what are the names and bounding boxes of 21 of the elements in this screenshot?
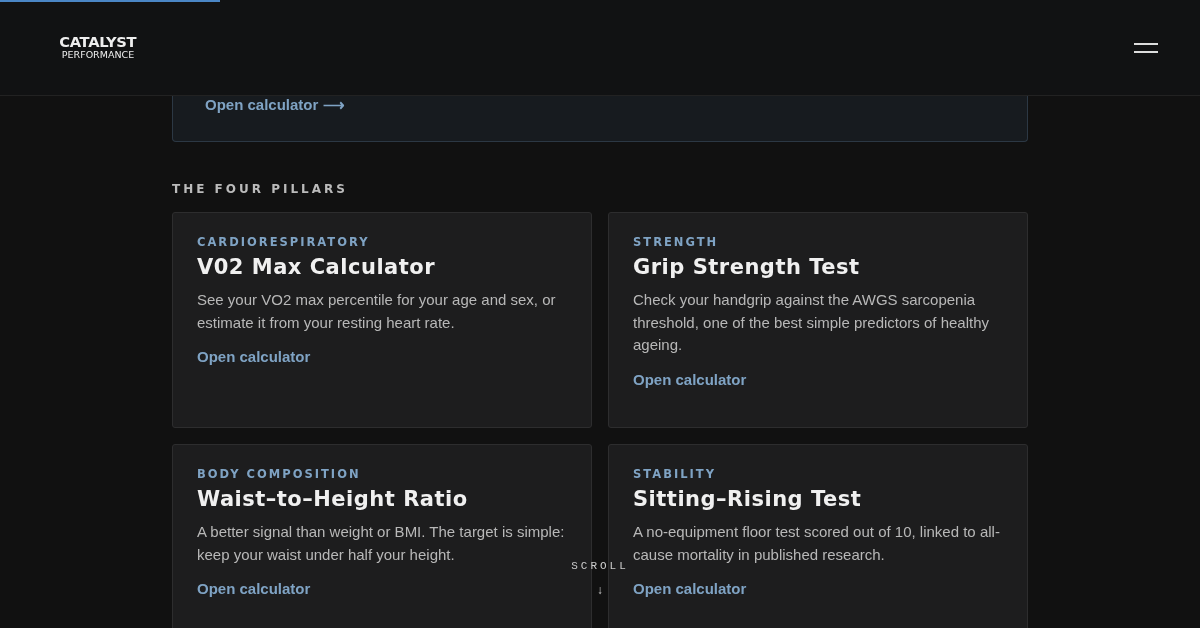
- open-calculator-link[interactable]: Open calculator: [633, 370, 747, 388]
- card-title: Grip Strength Test: [633, 255, 860, 279]
- card-title: Waist–to–Height Ratio: [197, 487, 468, 511]
- card-category: CARDIORESPIRATORY: [197, 235, 370, 249]
- scroll-arrow: ↓: [596, 584, 604, 598]
- open-calculator-link[interactable]: Open calculator: [197, 580, 311, 597]
- card-description: Check your handgrip against the AWGS sarcopenia threshold, one of the best simple predictors of healthy ageing.: [633, 290, 991, 355]
- scroll-hint: SCROLL: [571, 560, 629, 572]
- open-calculator-link[interactable]: Open calculator: [197, 348, 311, 365]
- card-category: BODY COMPOSITION: [197, 467, 361, 481]
- card-description: A no-equipment floor test scored out of 10, linked to all-cause mortality in published research.: [633, 522, 1001, 565]
- open-calculator-link[interactable]: Open calculator: [633, 580, 747, 597]
- card-title: Sitting–Rising Test: [633, 487, 862, 511]
- card-category: STABILITY: [633, 467, 716, 481]
- card-description: See your VO2 max percentile for your age and sex, or estimate it from your resting heart rate.: [197, 290, 557, 333]
- logo[interactable]: CATALYST PERFORMANCE: [48, 35, 148, 60]
- section-title: THE FOUR PILLARS: [172, 182, 349, 196]
- open-calculator-link[interactable]: Open calculator ⟶: [205, 96, 345, 113]
- card-category: STRENGTH: [633, 235, 719, 249]
- card-description: A better signal than weight or BMI. The target is simple: keep your waist under half your height.: [197, 522, 566, 565]
- card-title: V02 Max Calculator: [197, 255, 436, 279]
